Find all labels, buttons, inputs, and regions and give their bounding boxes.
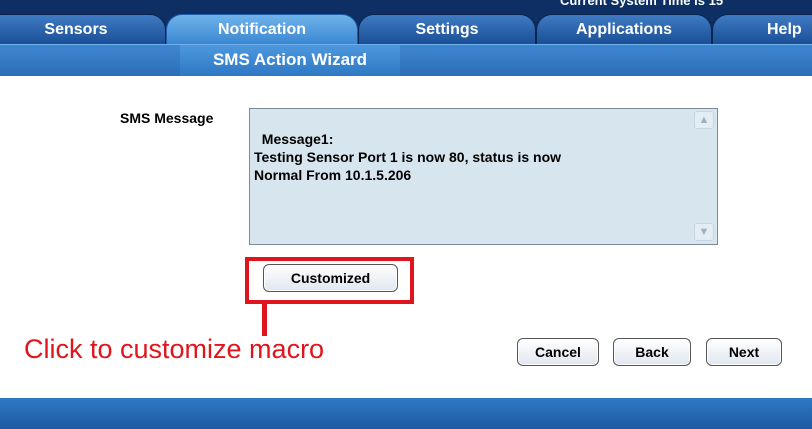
footer-bar [0, 398, 812, 429]
annotation-highlight-box [245, 257, 414, 304]
tab-settings[interactable]: Settings [358, 14, 536, 44]
top-navigation: Current System Time is 15 Sensors Notifi… [0, 0, 812, 44]
sub-header-bar: SMS Action Wizard [0, 44, 812, 76]
cancel-button[interactable]: Cancel [517, 338, 599, 366]
tab-sensors[interactable]: Sensors [0, 14, 166, 44]
annotation-connector-line [262, 300, 267, 336]
scroll-down-icon[interactable]: ▼ [694, 223, 714, 241]
scroll-up-icon[interactable]: ▲ [694, 111, 714, 129]
system-time-text: Current System Time is 15 [560, 0, 724, 8]
page-title: SMS Action Wizard [180, 45, 400, 76]
next-button[interactable]: Next [706, 338, 782, 366]
sms-message-textarea[interactable]: Message1: Testing Sensor Port 1 is now 8… [249, 108, 718, 245]
annotation-callout-text: Click to customize macro [24, 334, 325, 364]
sms-message-text: Message1: Testing Sensor Port 1 is now 8… [254, 131, 562, 183]
sms-message-label: SMS Message [120, 110, 214, 126]
tab-help[interactable]: Help [712, 14, 812, 44]
tab-notification[interactable]: Notification [166, 14, 358, 44]
tab-applications[interactable]: Applications [536, 14, 712, 44]
back-button[interactable]: Back [613, 338, 691, 366]
